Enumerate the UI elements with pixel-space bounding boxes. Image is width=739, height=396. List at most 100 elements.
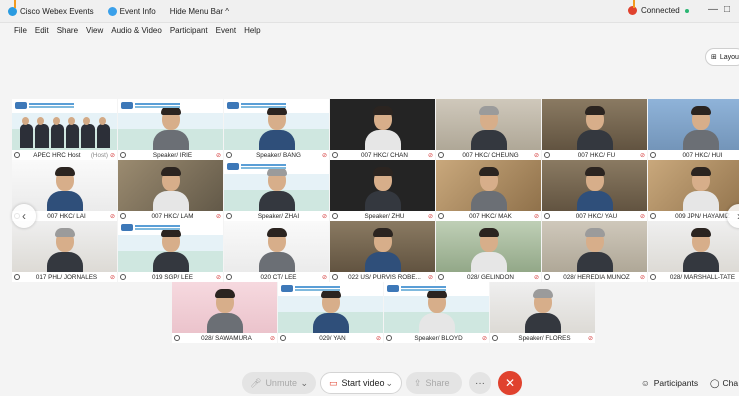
participant-tile[interactable]: 028/ SAWAMURA ⊘ (172, 282, 277, 343)
participant-tile[interactable]: APEC HRC Host (Host) ⊘ (12, 99, 117, 160)
muted-icon: ⊘ (109, 274, 115, 281)
participant-name: 007 HKC/ LAM (151, 212, 194, 220)
participant-name: Speaker/ IRIE (152, 151, 193, 159)
menu-audio-video[interactable]: Audio & Video (111, 26, 162, 35)
muted-icon: ⊘ (587, 335, 593, 342)
mic-icon (14, 274, 20, 280)
minimize-button[interactable]: — (708, 4, 718, 15)
participant-label: 017 PHL/ JORNALES ⊘ (12, 272, 117, 282)
group-photo (20, 117, 110, 148)
participant-video (470, 226, 507, 274)
participant-name: 020 CT/ LEE (260, 273, 297, 281)
mic-icon (226, 213, 232, 219)
hide-menu-bar-button[interactable]: Hide Menu Bar ^ (170, 7, 229, 16)
event-info-button[interactable]: Event Info (107, 6, 156, 16)
menu-help[interactable]: Help (244, 26, 260, 35)
mic-icon (438, 152, 444, 158)
muted-icon: ⊘ (375, 335, 381, 342)
participant-label: Speaker/ BANG ⊘ (224, 150, 329, 160)
menu-event[interactable]: Event (216, 26, 236, 35)
more-button[interactable]: ··· (469, 372, 491, 394)
participant-label: 028/ SAWAMURA ⊘ (172, 333, 277, 343)
participant-tile[interactable]: Speaker/ FLORES ⊘ (490, 282, 595, 343)
orange-marker (633, 0, 635, 8)
connection-status[interactable]: Connected (628, 6, 689, 15)
participant-label: 007 HKC/ CHEUNG ⊘ (436, 150, 541, 160)
layout-button[interactable]: ⊞ Layou (705, 48, 739, 66)
participant-video (46, 165, 83, 213)
muted-icon: ⊘ (427, 213, 433, 220)
menu-view[interactable]: View (86, 26, 103, 35)
participant-video (576, 104, 613, 152)
participant-tile[interactable]: 007 HKC/ CHAN ⊘ (330, 99, 435, 160)
participant-name: Speaker/ ZHU (364, 212, 405, 220)
participant-tile[interactable]: 028/ MARSHALL-TATE⊘ (648, 221, 739, 282)
mic-icon (120, 152, 126, 158)
participant-tile[interactable]: 028/ GELINDON ⊘ (436, 221, 541, 282)
app-title[interactable]: Cisco Webex Events (8, 6, 94, 16)
chevron-left-icon[interactable]: ‹ (12, 204, 36, 228)
participant-video (152, 165, 189, 213)
participant-tile[interactable]: Speaker/ ZHAI ⊘ (224, 160, 329, 221)
participant-tile[interactable]: 020 CT/ LEE ⊘ (224, 221, 329, 282)
participant-tile[interactable]: Speaker/ ZHU ⊘ (330, 160, 435, 221)
menu-edit[interactable]: Edit (35, 26, 49, 35)
participant-tile[interactable]: 019 SGP/ LEE ⊘ (118, 221, 223, 282)
participant-tile[interactable]: 007 HKC/ MAK ⊘ (436, 160, 541, 221)
chevron-down-icon[interactable]: ⌄ (300, 378, 308, 389)
restore-button[interactable]: □ (724, 4, 730, 15)
participant-tile[interactable]: 007 HKC/ CHEUNG ⊘ (436, 99, 541, 160)
menu-share[interactable]: Share (57, 26, 78, 35)
mic-icon (14, 152, 20, 158)
participant-video (312, 287, 349, 335)
participant-tile[interactable]: 029/ YAN ⊘ (278, 282, 383, 343)
participant-name: Speaker/ BLOYD (414, 334, 463, 342)
app-name: Cisco Webex Events (20, 6, 94, 16)
participant-label: 009 JPN/ HAYAMIZ⊘ (648, 211, 739, 221)
end-button[interactable]: ✕ (498, 371, 522, 395)
participant-tile[interactable]: 007 HKC/ LAM ⊘ (118, 160, 223, 221)
participant-tile[interactable]: 028/ HEREDIA MUNOZ ⊘ (542, 221, 647, 282)
muted-icon: ⊘ (533, 152, 539, 159)
participant-tile[interactable]: 009 JPN/ HAYAMIZ⊘ (648, 160, 739, 221)
unmute-button[interactable]: 🎤︎ Unmute ⌄ (242, 372, 316, 394)
muted-icon: ⊘ (215, 274, 221, 281)
status-dot-icon (684, 8, 689, 13)
participants-label: Participants (653, 378, 699, 388)
connection-label: Connected (641, 6, 680, 15)
participant-tile[interactable]: Speaker/ BLOYD ⊘ (384, 282, 489, 343)
participant-video (364, 226, 401, 274)
share-button[interactable]: ⇪ Share (406, 372, 462, 394)
participant-name: 007 HKC/ CHAN (361, 151, 408, 159)
participant-video (470, 165, 507, 213)
mic-icon (226, 274, 232, 280)
mic-icon (386, 335, 392, 341)
muted-icon: ⊘ (533, 213, 539, 220)
mic-icon (650, 213, 656, 219)
participant-label: 028/ MARSHALL-TATE⊘ (648, 272, 739, 282)
chat-button[interactable]: ◯ Cha (710, 372, 738, 394)
participant-tile[interactable]: 022 US/ PURVIS ROBE... ⊘ (330, 221, 435, 282)
participant-tile[interactable]: Speaker/ IRIE ⊘ (118, 99, 223, 160)
participant-tile[interactable]: Speaker/ BANG ⊘ (224, 99, 329, 160)
participant-label: 022 US/ PURVIS ROBE... ⊘ (330, 272, 435, 282)
participant-video (206, 287, 243, 335)
participant-tile[interactable]: 007 HKC/ HUI⊘ (648, 99, 739, 160)
participant-video (364, 104, 401, 152)
participant-tile[interactable]: 017 PHL/ JORNALES ⊘ (12, 221, 117, 282)
muted-icon: ⊘ (533, 274, 539, 281)
participant-label: 007 HKC/ LAM ⊘ (118, 211, 223, 221)
menu-file[interactable]: File (14, 26, 27, 35)
participants-button[interactable]: ☺ Participants (641, 372, 698, 394)
video-icon: ▭ (329, 377, 338, 388)
start-video-button[interactable]: ▭ Start video ⌄ (320, 372, 402, 394)
menu-participant[interactable]: Participant (170, 26, 208, 35)
participant-name: 007 HKC/ CHEUNG (462, 151, 519, 159)
participant-label: 019 SGP/ LEE ⊘ (118, 272, 223, 282)
chevron-down-icon[interactable]: ⌄ (385, 378, 393, 389)
layout-label: Layou (719, 53, 739, 61)
participant-tile[interactable]: 007 HKC/ YAU ⊘ (542, 160, 647, 221)
share-label: Share (425, 378, 450, 388)
participant-tile[interactable]: 007 HKC/ FU ⊘ (542, 99, 647, 160)
participant-video (418, 287, 455, 335)
